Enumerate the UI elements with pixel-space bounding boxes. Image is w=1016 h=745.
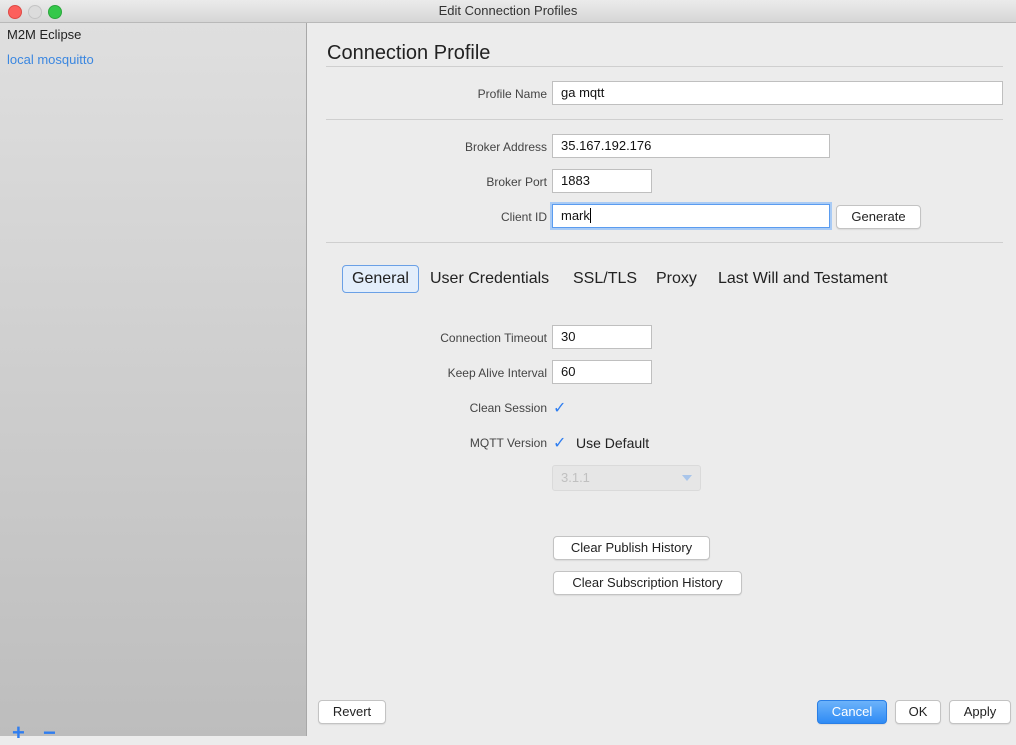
broker-address-label: Broker Address	[464, 140, 547, 154]
mqtt-version-label: MQTT Version	[469, 436, 547, 450]
broker-port-field[interactable]: 1883	[552, 169, 652, 193]
close-window-icon[interactable]	[8, 5, 22, 19]
ok-button[interactable]: OK	[895, 700, 941, 724]
tab-ssl-tls[interactable]: SSL/TLS	[573, 265, 637, 293]
revert-button[interactable]: Revert	[318, 700, 386, 724]
clear-publish-history-button[interactable]: Clear Publish History	[553, 536, 710, 560]
apply-button[interactable]: Apply	[949, 700, 1011, 724]
tab-last-will[interactable]: Last Will and Testament	[718, 265, 888, 293]
cancel-button[interactable]: Cancel	[817, 700, 887, 724]
tab-user-credentials[interactable]: User Credentials	[430, 265, 549, 293]
profile-name-field[interactable]: ga mqtt	[552, 81, 1003, 105]
client-id-value: mark	[561, 208, 590, 223]
minimize-window-icon[interactable]	[28, 5, 42, 19]
tab-proxy[interactable]: Proxy	[656, 265, 697, 293]
keep-alive-label: Keep Alive Interval	[447, 366, 547, 380]
broker-port-label: Broker Port	[486, 175, 547, 189]
divider	[326, 66, 1003, 67]
chevron-down-icon	[682, 475, 692, 481]
page-title: Connection Profile	[327, 42, 491, 64]
connection-timeout-field[interactable]: 30	[552, 325, 652, 349]
profile-name-label: Profile Name	[477, 87, 547, 101]
profiles-sidebar: M2M Eclipse local mosquitto + −	[0, 23, 307, 744]
window-title: Edit Connection Profiles	[438, 3, 578, 18]
sidebar-item-m2m-eclipse[interactable]: M2M Eclipse	[7, 27, 81, 42]
clear-subscription-history-button[interactable]: Clear Subscription History	[553, 571, 742, 595]
generate-button[interactable]: Generate	[836, 205, 921, 229]
clean-session-label: Clean Session	[469, 401, 547, 415]
client-id-label: Client ID	[500, 210, 547, 224]
title-bar: Edit Connection Profiles	[0, 0, 1016, 23]
keep-alive-field[interactable]: 60	[552, 360, 652, 384]
maximize-window-icon[interactable]	[48, 5, 62, 19]
client-id-field[interactable]: mark	[552, 204, 830, 228]
divider	[326, 119, 1003, 120]
remove-profile-icon[interactable]: −	[43, 722, 56, 744]
mqtt-version-select[interactable]: 3.1.1	[552, 465, 701, 491]
connection-timeout-label: Connection Timeout	[440, 331, 547, 345]
add-profile-icon[interactable]: +	[12, 722, 25, 744]
clean-session-checkbox[interactable]: ✓	[553, 398, 566, 418]
divider	[326, 242, 1003, 243]
broker-address-field[interactable]: 35.167.192.176	[552, 134, 830, 158]
text-cursor	[589, 208, 591, 223]
mqtt-version-value: 3.1.1	[561, 470, 590, 485]
use-default-checkbox[interactable]: ✓	[553, 433, 566, 453]
sidebar-item-local-mosquitto[interactable]: local mosquitto	[7, 52, 94, 67]
tab-general[interactable]: General	[342, 265, 419, 293]
profile-editor: Connection Profile Profile Name ga mqtt …	[307, 23, 1016, 736]
use-default-label: Use Default	[576, 435, 650, 451]
